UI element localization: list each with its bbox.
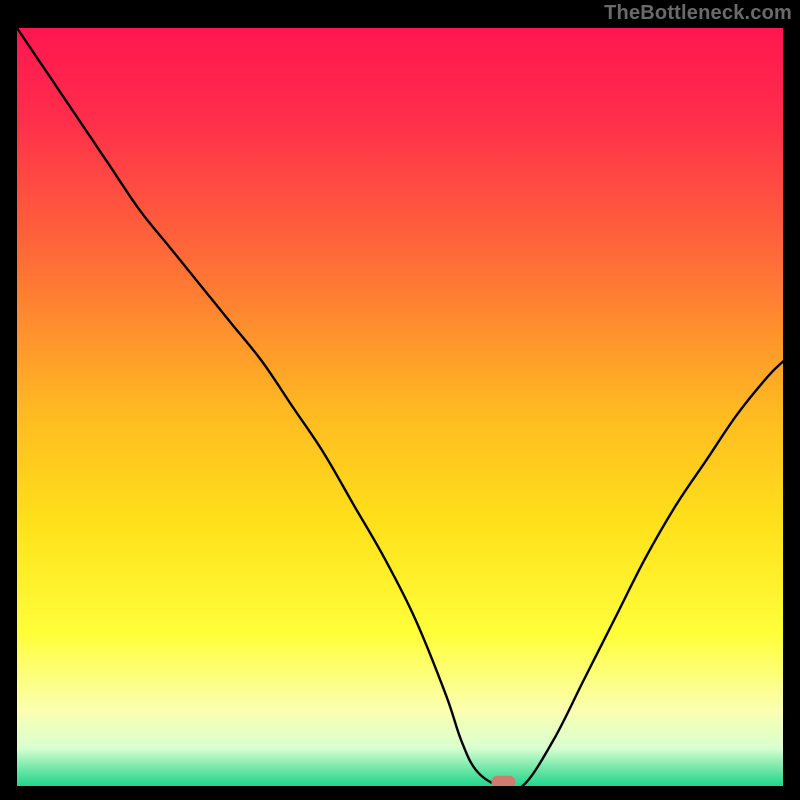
plot-area — [17, 28, 783, 786]
chart-frame: TheBottleneck.com — [0, 0, 800, 800]
bottleneck-chart — [17, 28, 783, 786]
minimum-marker — [491, 776, 515, 786]
gradient-background — [17, 28, 783, 786]
watermark-text: TheBottleneck.com — [604, 2, 792, 25]
